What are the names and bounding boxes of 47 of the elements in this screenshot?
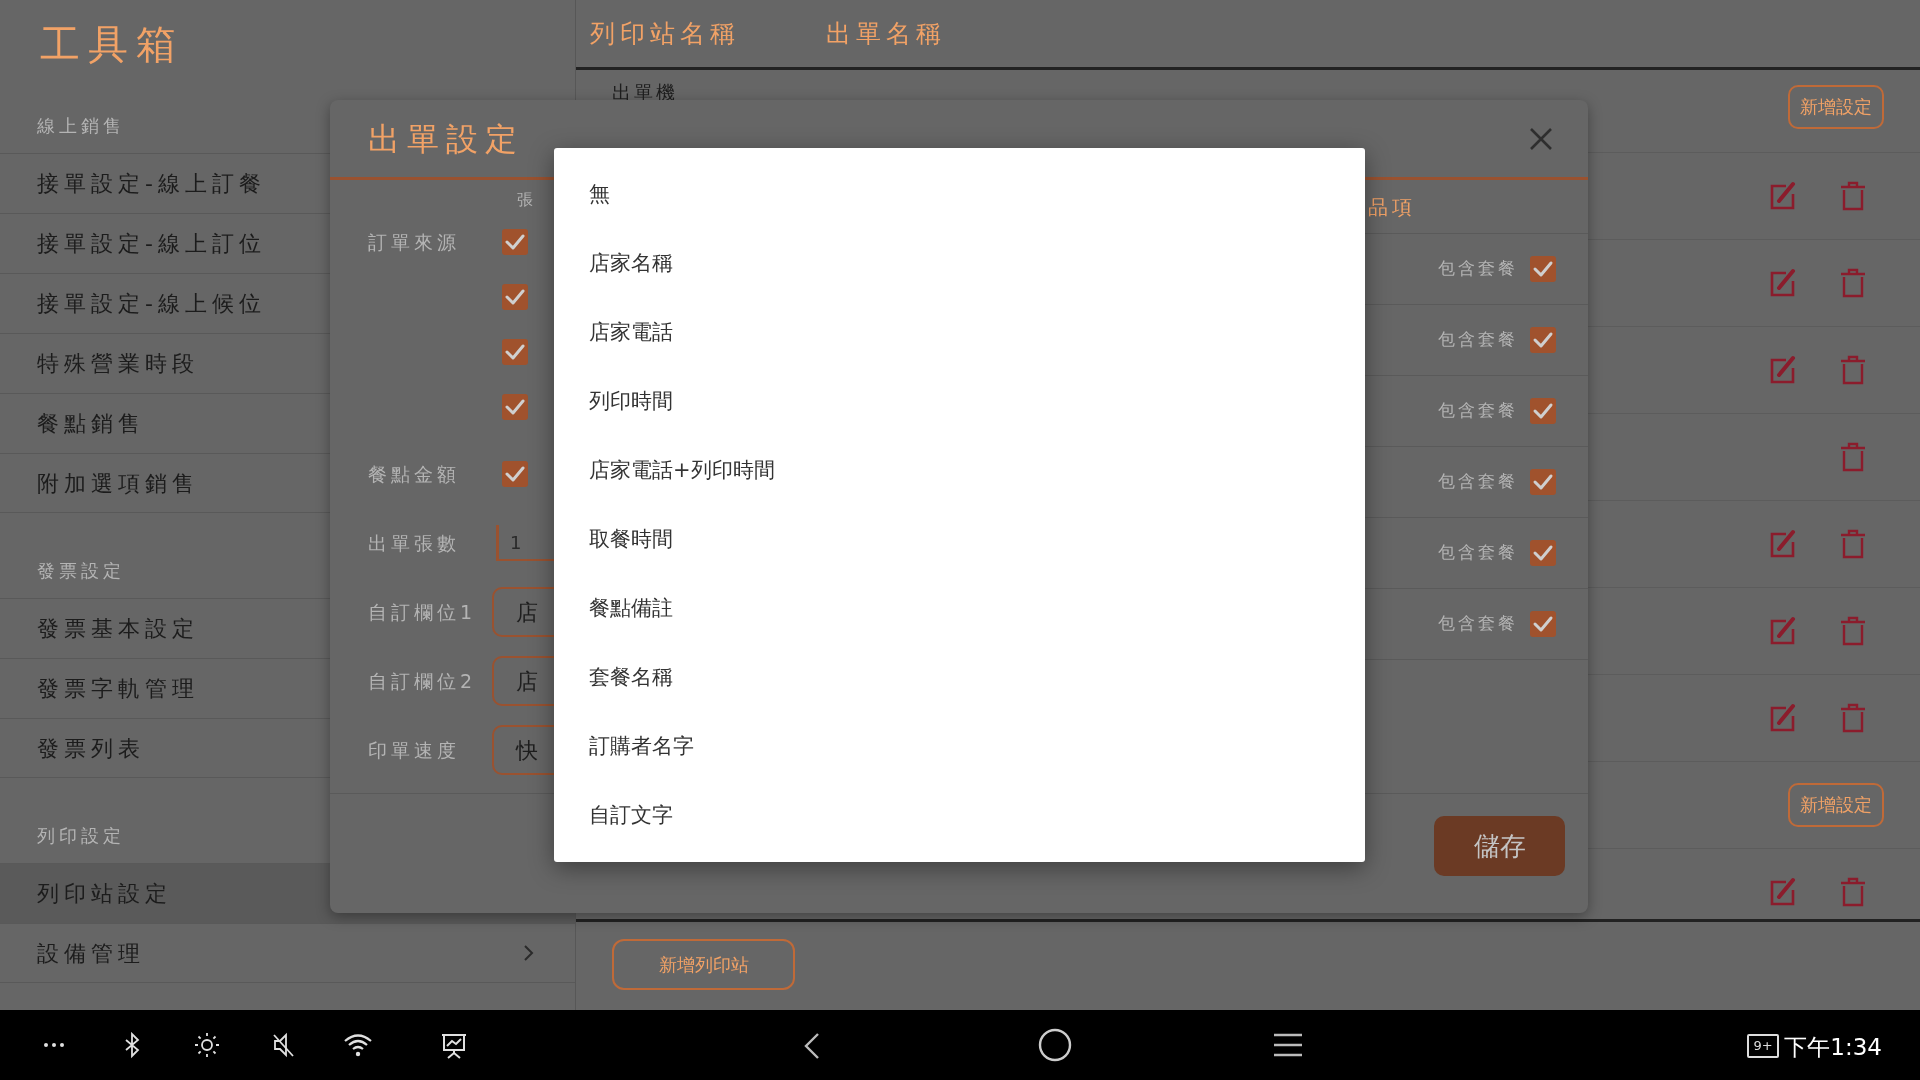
save-button[interactable]: 儲存 — [1434, 816, 1565, 876]
close-icon[interactable] — [1528, 125, 1554, 152]
checkbox[interactable] — [502, 461, 528, 487]
items-header: 品項 — [1368, 193, 1416, 221]
option-label: 包含套餐 — [1438, 328, 1518, 352]
station-name: 出單機 — [612, 80, 678, 105]
checkbox[interactable] — [502, 338, 528, 365]
section-header: 列印設定 — [37, 824, 125, 848]
chevron-icon — [523, 944, 535, 962]
checkbox[interactable] — [1530, 398, 1556, 424]
section-header: 線上銷售 — [37, 114, 125, 138]
column-header: 出單名稱 — [826, 17, 946, 50]
column-header: 列印站名稱 — [590, 17, 740, 50]
presentation-icon[interactable] — [440, 1032, 468, 1060]
notification-badge[interactable]: 9+ — [1747, 1034, 1779, 1058]
app-title: 工具箱 — [40, 21, 184, 67]
add-station-button[interactable]: 新增列印站 — [612, 939, 795, 990]
field-label: 餐點金額 — [368, 462, 460, 485]
option-label: 包含套餐 — [1438, 470, 1518, 494]
sidebar-item[interactable]: 設備管理 — [0, 923, 575, 983]
section-header: 發票設定 — [37, 559, 125, 583]
back-icon[interactable] — [802, 1032, 822, 1060]
option-label: 包含套餐 — [1438, 257, 1518, 281]
checkbox[interactable] — [502, 393, 528, 420]
checkbox[interactable] — [1530, 327, 1556, 353]
home-icon[interactable] — [1038, 1028, 1072, 1062]
dropdown-option[interactable]: 自訂文字 — [554, 781, 1365, 850]
mute-icon[interactable] — [271, 1032, 297, 1060]
checkbox[interactable] — [1530, 540, 1556, 566]
option-label: 包含套餐 — [1438, 612, 1518, 636]
checkbox[interactable] — [1530, 256, 1556, 282]
brightness-icon[interactable] — [194, 1032, 220, 1060]
field-label: 印單速度 — [368, 738, 460, 761]
column-hint: 張 — [517, 190, 535, 209]
checkbox[interactable] — [502, 228, 528, 255]
checkbox[interactable] — [1530, 611, 1556, 637]
option-label: 包含套餐 — [1438, 399, 1518, 423]
add-setting-button[interactable]: 新增設定 — [1788, 783, 1884, 827]
field-label: 自訂欄位2 — [368, 669, 477, 692]
field-label: 出單張數 — [368, 531, 460, 554]
option-label: 包含套餐 — [1438, 541, 1518, 565]
clock: 下午1:34 — [1784, 1033, 1882, 1062]
field-label: 訂單來源 — [368, 231, 460, 253]
checkbox[interactable] — [1530, 469, 1556, 495]
checkbox[interactable] — [502, 283, 528, 310]
add-setting-button[interactable]: 新增設定 — [1788, 85, 1884, 129]
field-label: 自訂欄位1 — [368, 600, 477, 623]
